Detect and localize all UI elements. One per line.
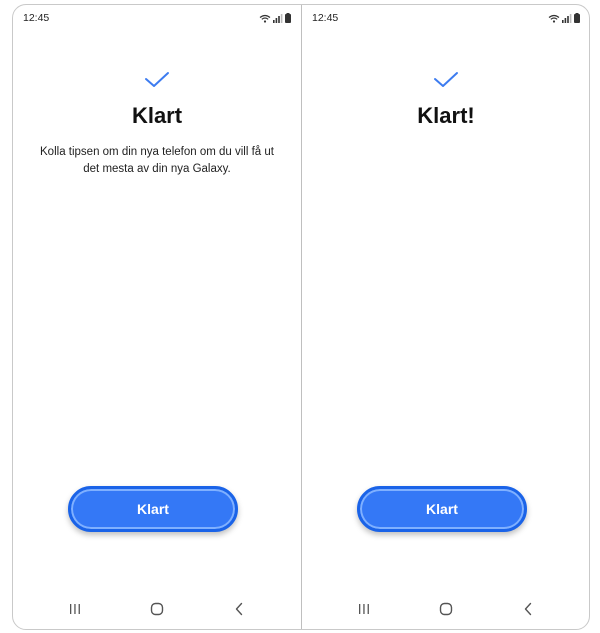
done-button[interactable]: Klart (68, 486, 238, 532)
status-time: 12:45 (312, 12, 339, 24)
wifi-icon (548, 14, 560, 23)
home-icon[interactable] (147, 599, 167, 619)
status-bar: 12:45 (13, 12, 301, 28)
signal-icon (562, 14, 572, 23)
battery-icon (574, 13, 580, 23)
checkmark-icon (145, 72, 169, 87)
status-bar: 12:45 (302, 12, 589, 28)
page-title: Klart! (417, 103, 475, 128)
device-frame: 12:45 Klart Kolla tipsen om din nya tele… (12, 4, 590, 630)
status-icons (548, 13, 580, 23)
screen-right: 12:45 Klart! Klart (302, 5, 589, 629)
screen-left: 12:45 Klart Kolla tipsen om din nya tele… (13, 5, 301, 629)
page-title: Klart (131, 103, 183, 128)
page-description: Kolla tipsen om din nya telefon om du vi… (40, 146, 274, 175)
back-icon[interactable] (518, 599, 538, 619)
home-icon[interactable] (436, 599, 456, 619)
recents-icon[interactable] (65, 599, 85, 619)
signal-icon (273, 14, 283, 23)
navigation-bar (302, 599, 589, 623)
checkmark-icon (434, 72, 458, 87)
navigation-bar (13, 599, 301, 623)
back-icon[interactable] (229, 599, 249, 619)
done-button[interactable]: Klart (357, 486, 527, 532)
battery-icon (285, 13, 291, 23)
status-icons (259, 13, 291, 23)
status-time: 12:45 (23, 12, 50, 24)
recents-icon[interactable] (354, 599, 374, 619)
wifi-icon (259, 14, 271, 23)
